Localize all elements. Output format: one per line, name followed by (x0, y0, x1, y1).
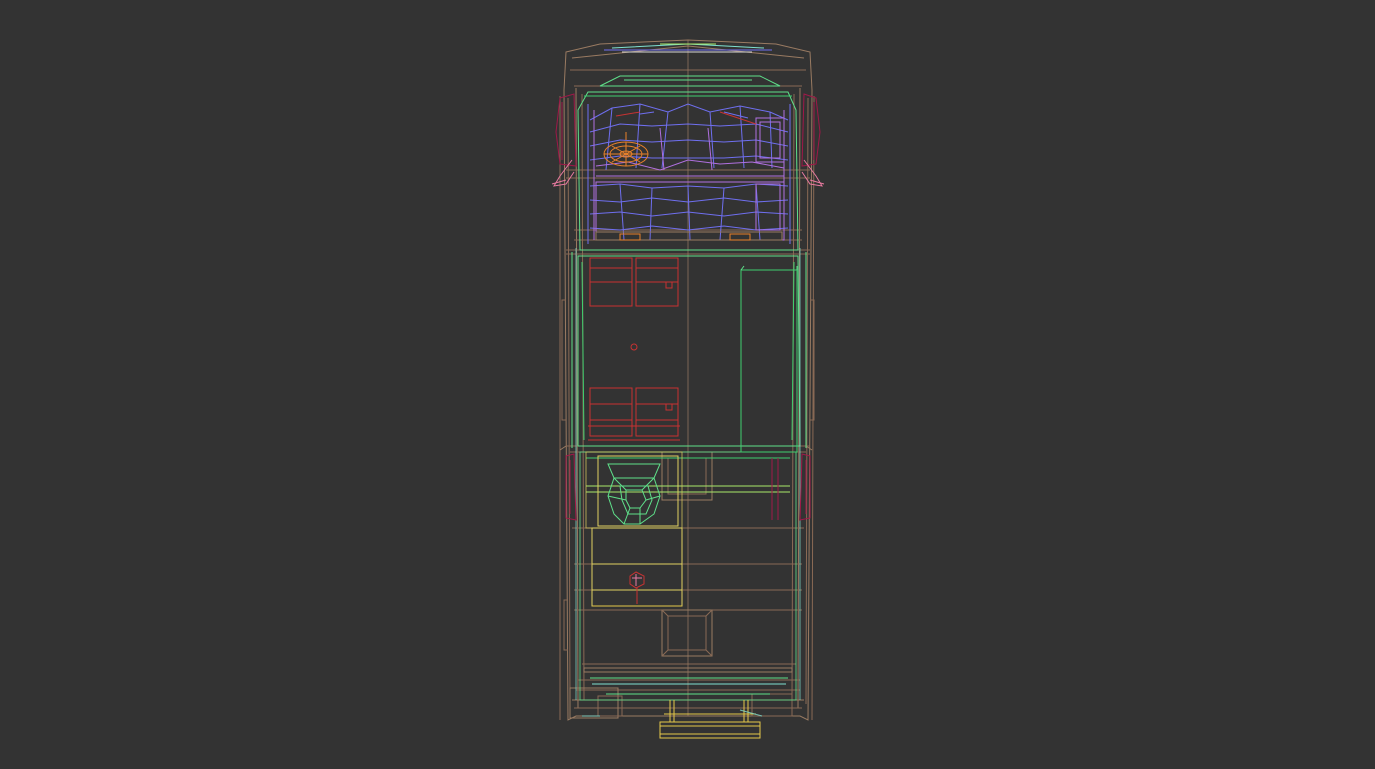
seats (588, 257, 680, 441)
wireframe-canvas[interactable] (0, 0, 1375, 769)
front-windshield (599, 43, 781, 87)
bed-mesh (587, 103, 791, 244)
vehicle-body-outline (559, 39, 815, 721)
interior-frame (571, 91, 807, 701)
3d-viewport[interactable] (0, 0, 1375, 769)
